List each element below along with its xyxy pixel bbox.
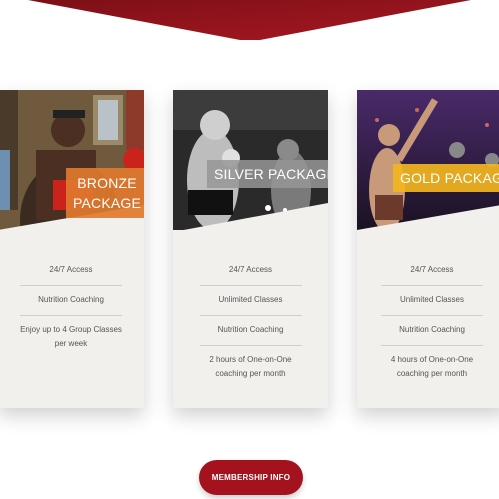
feature-list: 24/7 Access Unlimited Classes Nutrition … — [357, 256, 499, 389]
package-label-line-1: BRONZE — [77, 175, 137, 191]
feature-item: Nutrition Coaching — [381, 316, 483, 346]
package-label: BRONZE PACKAGE — [66, 168, 144, 218]
package-label-text: GOLD PACKAGE — [400, 170, 499, 186]
gold-package-photo — [357, 90, 499, 230]
silver-package-card: SILVER PACKAGE 24/7 Access Unlimited Cla… — [173, 90, 328, 408]
bronze-package-card: BRONZE PACKAGE 24/7 Access Nutrition Coa… — [0, 90, 144, 408]
feature-item: Enjoy up to 4 Group Classes per week — [20, 325, 122, 348]
feature-item: 24/7 Access — [381, 256, 483, 286]
membership-info-button[interactable]: MEMBERSHIP INFO — [199, 460, 303, 495]
package-label-line-2: PACKAGE — [73, 195, 142, 211]
top-banner — [28, 0, 471, 40]
feature-item: Unlimited Classes — [199, 286, 302, 316]
package-label-text: SILVER PACKAGE — [214, 166, 328, 182]
feature-list: 24/7 Access Nutrition Coaching Enjoy up … — [0, 256, 144, 359]
package-label: GOLD PACKAGE — [393, 164, 499, 192]
feature-list: 24/7 Access Unlimited Classes Nutrition … — [173, 256, 328, 389]
package-label: SILVER PACKAGE — [207, 160, 328, 188]
feature-item: Nutrition Coaching — [199, 316, 302, 346]
feature-item: 2 hours of One-on-One coaching per month — [209, 355, 292, 378]
feature-item: 24/7 Access — [20, 256, 122, 286]
feature-item: 24/7 Access — [199, 256, 302, 286]
feature-item: Nutrition Coaching — [20, 286, 122, 316]
feature-item: Unlimited Classes — [381, 286, 483, 316]
feature-item: 4 hours of One-on-One coaching per month — [390, 355, 474, 378]
gold-package-card: GOLD PACKAGE 24/7 Access Unlimited Class… — [357, 90, 499, 408]
